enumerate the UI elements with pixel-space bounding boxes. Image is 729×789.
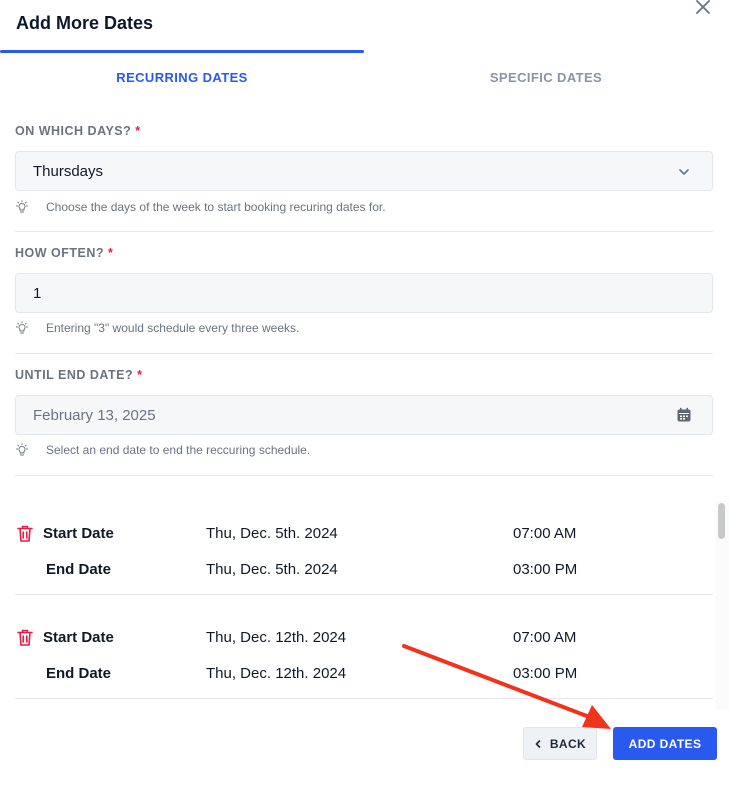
chevron-down-icon bbox=[679, 169, 689, 175]
often-input-value: 1 bbox=[33, 285, 42, 302]
active-tab-indicator bbox=[0, 50, 364, 53]
end-date-label: End Date bbox=[46, 561, 112, 578]
tab-recurring-dates[interactable]: RECURRING DATES bbox=[0, 70, 364, 85]
days-label-text: ON WHICH DAYS? bbox=[15, 124, 132, 138]
days-field-section: ON WHICH DAYS? * Thursdays Choose the day… bbox=[15, 124, 713, 220]
end-date-row: End Date Thu, Dec. 5th. 2024 03:00 PM bbox=[15, 561, 713, 581]
generated-dates-list[interactable]: Start Date Thu, Dec. 5th. 2024 07:00 AM … bbox=[15, 500, 715, 710]
start-date-row: Start Date Thu, Dec. 5th. 2024 07:00 AM bbox=[15, 525, 713, 545]
trash-icon[interactable] bbox=[16, 524, 34, 543]
end-date-value: Thu, Dec. 5th. 2024 bbox=[206, 561, 338, 578]
start-date-row: Start Date Thu, Dec. 12th. 2024 07:00 AM bbox=[15, 629, 713, 649]
often-label-text: HOW OFTEN? bbox=[15, 246, 105, 260]
days-field-label: ON WHICH DAYS? * bbox=[15, 124, 713, 138]
end-date-row: End Date Thu, Dec. 12th. 2024 03:00 PM bbox=[15, 665, 713, 685]
required-marker: * bbox=[135, 124, 141, 138]
end-date-value: Thu, Dec. 12th. 2024 bbox=[206, 665, 347, 682]
start-date-value: Thu, Dec. 12th. 2024 bbox=[206, 629, 347, 646]
date-entry: Start Date Thu, Dec. 5th. 2024 07:00 AM … bbox=[15, 500, 713, 604]
section-divider bbox=[15, 353, 713, 354]
until-hint-text: Select an end date to end the reccuring … bbox=[46, 443, 311, 457]
section-divider bbox=[15, 475, 713, 476]
often-input[interactable]: 1 bbox=[15, 273, 713, 313]
until-field-section: UNTIL END DATE? * February 13, 2025 Selec… bbox=[15, 368, 713, 464]
start-date-label: Start Date bbox=[43, 525, 114, 542]
date-entry-divider bbox=[15, 594, 713, 595]
end-date-label: End Date bbox=[46, 665, 112, 682]
end-date-input[interactable]: February 13, 2025 bbox=[15, 395, 713, 435]
section-divider bbox=[15, 231, 713, 232]
end-time-value: 03:00 PM bbox=[513, 561, 578, 578]
until-label-text: UNTIL END DATE? bbox=[15, 368, 134, 382]
tab-bar: RECURRING DATES SPECIFIC DATES bbox=[0, 48, 729, 104]
add-dates-button[interactable]: ADD DATES bbox=[613, 727, 717, 760]
required-marker: * bbox=[137, 368, 143, 382]
often-field-label: HOW OFTEN? * bbox=[15, 246, 713, 260]
trash-icon[interactable] bbox=[16, 628, 34, 647]
often-hint-text: Entering "3" would schedule every three … bbox=[46, 321, 300, 335]
days-hint-text: Choose the days of the week to start boo… bbox=[46, 200, 386, 214]
often-field-section: HOW OFTEN? * 1 Entering "3" would schedul… bbox=[15, 246, 713, 342]
start-time-value: 07:00 AM bbox=[513, 525, 577, 542]
dates-scrollbar[interactable] bbox=[715, 500, 729, 710]
lightbulb-icon bbox=[16, 321, 28, 334]
date-entry-divider bbox=[15, 698, 713, 699]
until-field-label: UNTIL END DATE? * bbox=[15, 368, 713, 382]
days-hint: Choose the days of the week to start boo… bbox=[15, 200, 386, 214]
often-hint: Entering "3" would schedule every three … bbox=[15, 321, 299, 335]
back-button[interactable]: BACK bbox=[523, 727, 597, 760]
back-button-label: BACK bbox=[549, 736, 587, 751]
until-hint: Select an end date to end the reccuring … bbox=[15, 443, 310, 457]
add-dates-button-label: ADD DATES bbox=[628, 736, 702, 751]
close-icon[interactable] bbox=[694, 0, 712, 16]
days-select-value: Thursdays bbox=[33, 163, 104, 180]
days-select[interactable]: Thursdays bbox=[15, 151, 713, 191]
required-marker: * bbox=[108, 246, 114, 260]
lightbulb-icon bbox=[16, 200, 28, 213]
start-date-label: Start Date bbox=[43, 629, 114, 646]
start-time-value: 07:00 AM bbox=[513, 629, 577, 646]
chevron-left-icon bbox=[535, 739, 541, 748]
date-entry: Start Date Thu, Dec. 12th. 2024 07:00 AM… bbox=[15, 604, 713, 708]
modal-title: Add More Dates bbox=[16, 13, 154, 33]
end-time-value: 03:00 PM bbox=[513, 665, 578, 682]
end-date-placeholder: February 13, 2025 bbox=[33, 407, 156, 424]
calendar-icon[interactable] bbox=[676, 407, 692, 423]
lightbulb-icon bbox=[16, 443, 28, 456]
start-date-value: Thu, Dec. 5th. 2024 bbox=[206, 525, 338, 542]
scrollbar-thumb[interactable] bbox=[718, 503, 725, 539]
tab-specific-dates[interactable]: SPECIFIC DATES bbox=[364, 70, 728, 85]
